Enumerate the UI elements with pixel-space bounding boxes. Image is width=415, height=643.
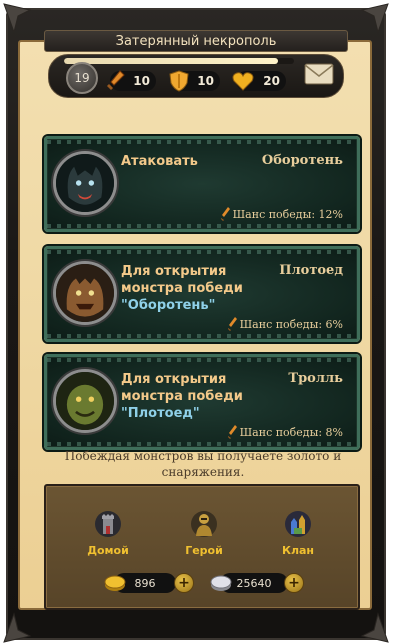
sword-icon bbox=[220, 207, 230, 221]
win-chance: Шанс победы: 6% bbox=[227, 317, 343, 331]
lock-condition: Для открытия монстра победи "Плотоед" bbox=[121, 371, 271, 422]
game-screen: Затерянный некрополь 19 10 10 20 Атакова… bbox=[0, 0, 415, 643]
required-monster: "Оборотень" bbox=[121, 298, 216, 313]
monster-name: Оборотень bbox=[261, 153, 343, 168]
sword-icon bbox=[227, 425, 237, 439]
sword-icon bbox=[107, 70, 125, 90]
ghoul-icon bbox=[56, 264, 114, 322]
nav-home-label: Домой bbox=[87, 544, 129, 557]
nav-hero-label: Герой bbox=[185, 544, 223, 557]
knight-icon bbox=[191, 511, 217, 537]
card-border-ornament bbox=[47, 442, 357, 446]
tower-icon bbox=[95, 511, 121, 537]
monster-card-ghoul[interactable]: Для открытия монстра победи "Оборотень" … bbox=[44, 246, 360, 342]
health-stat[interactable]: 20 bbox=[232, 70, 286, 92]
sword-icon bbox=[227, 317, 237, 331]
nav-hero[interactable]: Герой bbox=[174, 510, 234, 557]
ghoul-portrait bbox=[53, 261, 117, 325]
monster-card-werewolf[interactable]: Атаковать Оборотень Шанс победы: 12% bbox=[44, 136, 360, 232]
monster-card-troll[interactable]: Для открытия монстра победи "Плотоед" Тр… bbox=[44, 354, 360, 450]
gold-coin-icon bbox=[104, 575, 126, 591]
win-chance-label: Шанс победы: 6% bbox=[239, 317, 343, 331]
info-hint: Побеждая монстров вы получаете золото и … bbox=[64, 449, 342, 479]
card-border-ornament bbox=[47, 140, 357, 144]
energy-stat[interactable]: 10 bbox=[107, 70, 156, 92]
win-chance: Шанс победы: 12% bbox=[220, 207, 343, 221]
page-title: Затерянный некрополь bbox=[115, 33, 277, 49]
level-badge[interactable]: 19 bbox=[66, 62, 98, 94]
envelope-icon[interactable] bbox=[304, 62, 334, 86]
add-gold-button[interactable]: + bbox=[174, 573, 194, 593]
title-bar: Затерянный некрополь bbox=[44, 30, 348, 52]
troll-portrait bbox=[53, 369, 117, 433]
required-monster: "Плотоед" bbox=[121, 406, 200, 421]
win-chance-label: Шанс победы: 12% bbox=[232, 207, 343, 221]
heart-icon bbox=[232, 72, 254, 91]
xp-progress-bar bbox=[64, 58, 294, 64]
lock-text: Для открытия монстра победи bbox=[121, 372, 243, 404]
nav-clan-label: Клан bbox=[281, 544, 315, 557]
lock-text: Для открытия монстра победи bbox=[121, 264, 243, 296]
horn-ornament-icon bbox=[360, 3, 389, 34]
xp-progress-fill bbox=[64, 58, 278, 64]
card-border-ornament bbox=[47, 250, 357, 254]
attack-label[interactable]: Атаковать bbox=[121, 153, 271, 170]
add-silver-button[interactable]: + bbox=[284, 573, 304, 593]
werewolf-portrait bbox=[53, 151, 117, 215]
gold-currency: 896 + bbox=[104, 572, 194, 594]
card-border-ornament bbox=[47, 224, 357, 228]
win-chance-label: Шанс победы: 8% bbox=[239, 425, 343, 439]
monster-name: Тролль bbox=[288, 371, 343, 386]
card-border-ornament bbox=[47, 334, 357, 338]
shield-stat[interactable]: 10 bbox=[169, 70, 220, 92]
werewolf-icon bbox=[56, 154, 114, 212]
monster-name: Плотоед bbox=[279, 263, 343, 278]
horn-ornament-icon bbox=[3, 3, 32, 34]
nav-clan[interactable]: Клан bbox=[268, 510, 328, 557]
lock-condition: Для открытия монстра победи "Оборотень" bbox=[121, 263, 271, 314]
troll-icon bbox=[56, 372, 114, 430]
nav-home[interactable]: Домой bbox=[78, 510, 138, 557]
win-chance: Шанс победы: 8% bbox=[227, 425, 343, 439]
silver-coin-icon bbox=[210, 575, 232, 591]
castle-icon bbox=[285, 511, 311, 537]
silver-currency: 25640 + bbox=[210, 572, 304, 594]
card-border-ornament bbox=[47, 358, 357, 362]
shield-icon bbox=[169, 70, 189, 92]
